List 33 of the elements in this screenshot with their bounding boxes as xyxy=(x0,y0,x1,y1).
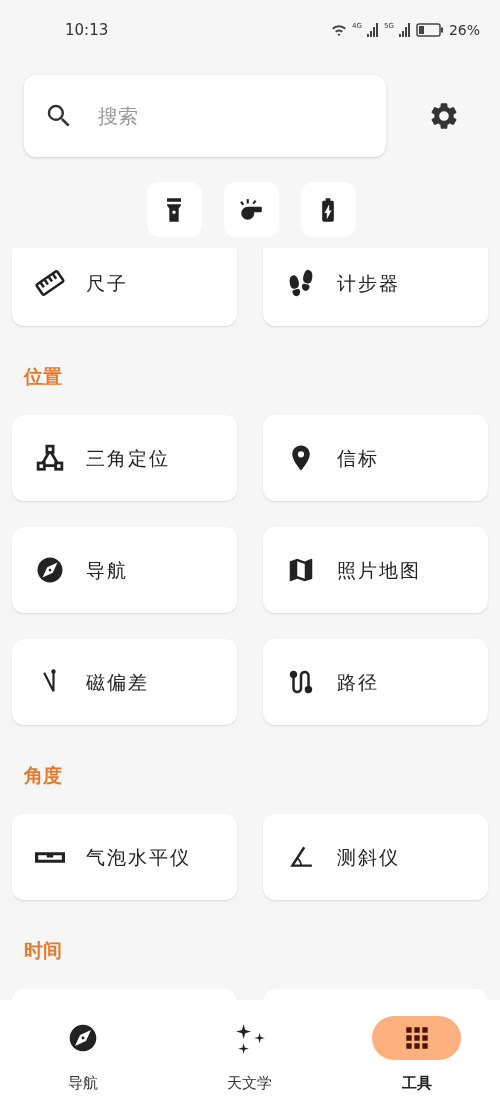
tool-card[interactable]: 尺子 xyxy=(12,248,237,326)
battery-button[interactable] xyxy=(300,182,356,237)
status-time: 10:13 xyxy=(65,19,109,41)
whistle-button[interactable] xyxy=(223,182,279,237)
battery-icon xyxy=(415,23,444,37)
tool-card[interactable]: 三角定位 xyxy=(12,415,237,501)
whistle-icon xyxy=(238,196,264,223)
flashlight-button[interactable] xyxy=(146,182,202,237)
tool-card[interactable]: 测斜仪 xyxy=(263,814,488,900)
triangle-icon xyxy=(35,443,65,473)
stars-icon xyxy=(234,1022,266,1054)
tool-card[interactable]: 照片地图 xyxy=(263,527,488,613)
tool-card[interactable]: 气泡水平仪 xyxy=(12,814,237,900)
tool-card[interactable]: 路径 xyxy=(263,639,488,725)
footprints-icon xyxy=(287,269,315,297)
angle-icon xyxy=(288,844,314,870)
battery-percent: 26% xyxy=(448,20,480,40)
nav-tab[interactable]: 天文学 xyxy=(166,1000,334,1111)
section-heading: 位置 xyxy=(22,364,63,389)
section-heading: 时间 xyxy=(23,938,63,963)
tool-card[interactable]: 信标 xyxy=(263,415,488,501)
tool-card[interactable]: 导航 xyxy=(12,527,237,613)
nav-tab[interactable]: 工具 xyxy=(333,1000,500,1111)
nav-tab[interactable]: 导航 xyxy=(0,1000,167,1111)
search-field[interactable]: 搜索 xyxy=(24,75,386,157)
section-heading: 角度 xyxy=(22,763,63,788)
tool-card[interactable]: 计步器 xyxy=(263,248,488,326)
signal-icon xyxy=(367,23,379,37)
spirit-level-icon xyxy=(35,849,65,865)
compass-icon xyxy=(35,555,65,585)
wifi-icon xyxy=(331,23,348,37)
tool-card[interactable]: 磁偏差 xyxy=(12,639,237,725)
signal-icon xyxy=(398,23,411,37)
